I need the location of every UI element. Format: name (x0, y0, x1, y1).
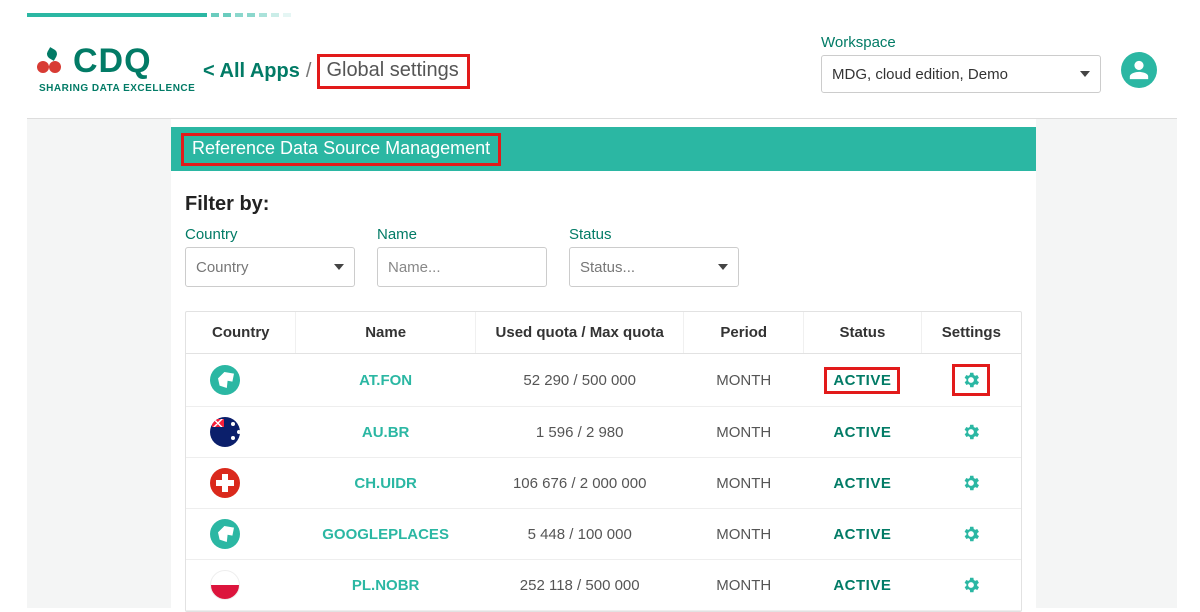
table-row: GOOGLEPLACES 5 448 / 100 000 MONTH ACTIVE (186, 509, 1021, 560)
th-period[interactable]: Period (684, 312, 804, 354)
breadcrumb-separator: / (306, 60, 312, 83)
th-name[interactable]: Name (296, 312, 476, 354)
table-row: AT.FON 52 290 / 500 000 MONTH ACTIVE (186, 354, 1021, 407)
filter-status-select[interactable]: Status... (569, 247, 739, 287)
breadcrumb-all-apps[interactable]: < All Apps (203, 60, 300, 83)
gear-icon (961, 575, 981, 595)
period-value: MONTH (716, 577, 771, 594)
main-content: Reference Data Source Management Filter … (171, 119, 1036, 609)
filter-country-select[interactable]: Country (185, 247, 355, 287)
quota-value: 106 676 / 2 000 000 (513, 475, 646, 492)
settings-button[interactable] (952, 364, 990, 396)
th-settings[interactable]: Settings (921, 312, 1021, 354)
period-value: MONTH (716, 475, 771, 492)
status-badge: ACTIVE (827, 473, 897, 494)
gear-icon (961, 524, 981, 544)
period-value: MONTH (716, 424, 771, 441)
country-flag-icon (210, 519, 240, 549)
gear-icon (961, 422, 981, 442)
source-name-link[interactable]: GOOGLEPLACES (322, 526, 449, 543)
filter-title: Filter by: (185, 193, 1022, 216)
country-flag-icon (210, 417, 240, 447)
brand-logo[interactable]: CDQ SHARING DATA EXCELLENCE (37, 42, 195, 94)
breadcrumb-current: Global settings (326, 59, 458, 81)
status-badge: ACTIVE (827, 524, 897, 545)
table-row: AU.BR 1 596 / 2 980 MONTH ACTIVE (186, 407, 1021, 458)
chevron-down-icon (718, 264, 728, 270)
workspace-select[interactable]: MDG, cloud edition, Demo (821, 55, 1101, 93)
th-status[interactable]: Status (804, 312, 922, 354)
quota-value: 1 596 / 2 980 (536, 424, 624, 441)
filter-name-label: Name (377, 226, 547, 243)
chevron-down-icon (334, 264, 344, 270)
th-country[interactable]: Country (186, 312, 296, 354)
gear-icon (961, 473, 981, 493)
quota-value: 52 290 / 500 000 (523, 372, 636, 389)
page-title-banner: Reference Data Source Management (171, 127, 1036, 171)
top-accent-bar (27, 13, 1173, 17)
source-name-link[interactable]: AU.BR (362, 424, 410, 441)
settings-button[interactable] (957, 418, 985, 446)
data-sources-table: Country Name Used quota / Max quota Peri… (186, 312, 1021, 611)
logo-subtitle: SHARING DATA EXCELLENCE (39, 83, 195, 94)
period-value: MONTH (716, 372, 771, 389)
country-flag-icon (210, 468, 240, 498)
filter-status-label: Status (569, 226, 739, 243)
chevron-down-icon (1080, 71, 1090, 77)
source-name-link[interactable]: PL.NOBR (352, 577, 420, 594)
settings-button[interactable] (957, 520, 985, 548)
workspace-label: Workspace (821, 34, 1101, 51)
th-quota[interactable]: Used quota / Max quota (475, 312, 684, 354)
settings-button[interactable] (957, 571, 985, 599)
country-flag-icon (210, 570, 240, 600)
user-avatar[interactable] (1121, 52, 1157, 88)
status-badge: ACTIVE (824, 367, 900, 394)
filter-country-label: Country (185, 226, 355, 243)
quota-value: 252 118 / 500 000 (520, 577, 640, 594)
period-value: MONTH (716, 526, 771, 543)
source-name-link[interactable]: CH.UIDR (354, 475, 417, 492)
country-flag-icon (210, 365, 240, 395)
logo-text: CDQ (73, 42, 152, 81)
page-title: Reference Data Source Management (192, 138, 490, 158)
workspace-selected-value: MDG, cloud edition, Demo (832, 66, 1008, 83)
filter-name-input[interactable] (377, 247, 547, 287)
source-name-link[interactable]: AT.FON (359, 372, 412, 389)
table-row: PL.NOBR 252 118 / 500 000 MONTH ACTIVE (186, 560, 1021, 611)
settings-button[interactable] (957, 469, 985, 497)
breadcrumb: < All Apps / Global settings (203, 54, 470, 89)
gear-icon (961, 370, 981, 390)
quota-value: 5 448 / 100 000 (528, 526, 632, 543)
logo-cherries-icon (37, 47, 67, 77)
table-row: CH.UIDR 106 676 / 2 000 000 MONTH ACTIVE (186, 458, 1021, 509)
status-badge: ACTIVE (827, 575, 897, 596)
status-badge: ACTIVE (827, 422, 897, 443)
person-icon (1128, 59, 1150, 81)
